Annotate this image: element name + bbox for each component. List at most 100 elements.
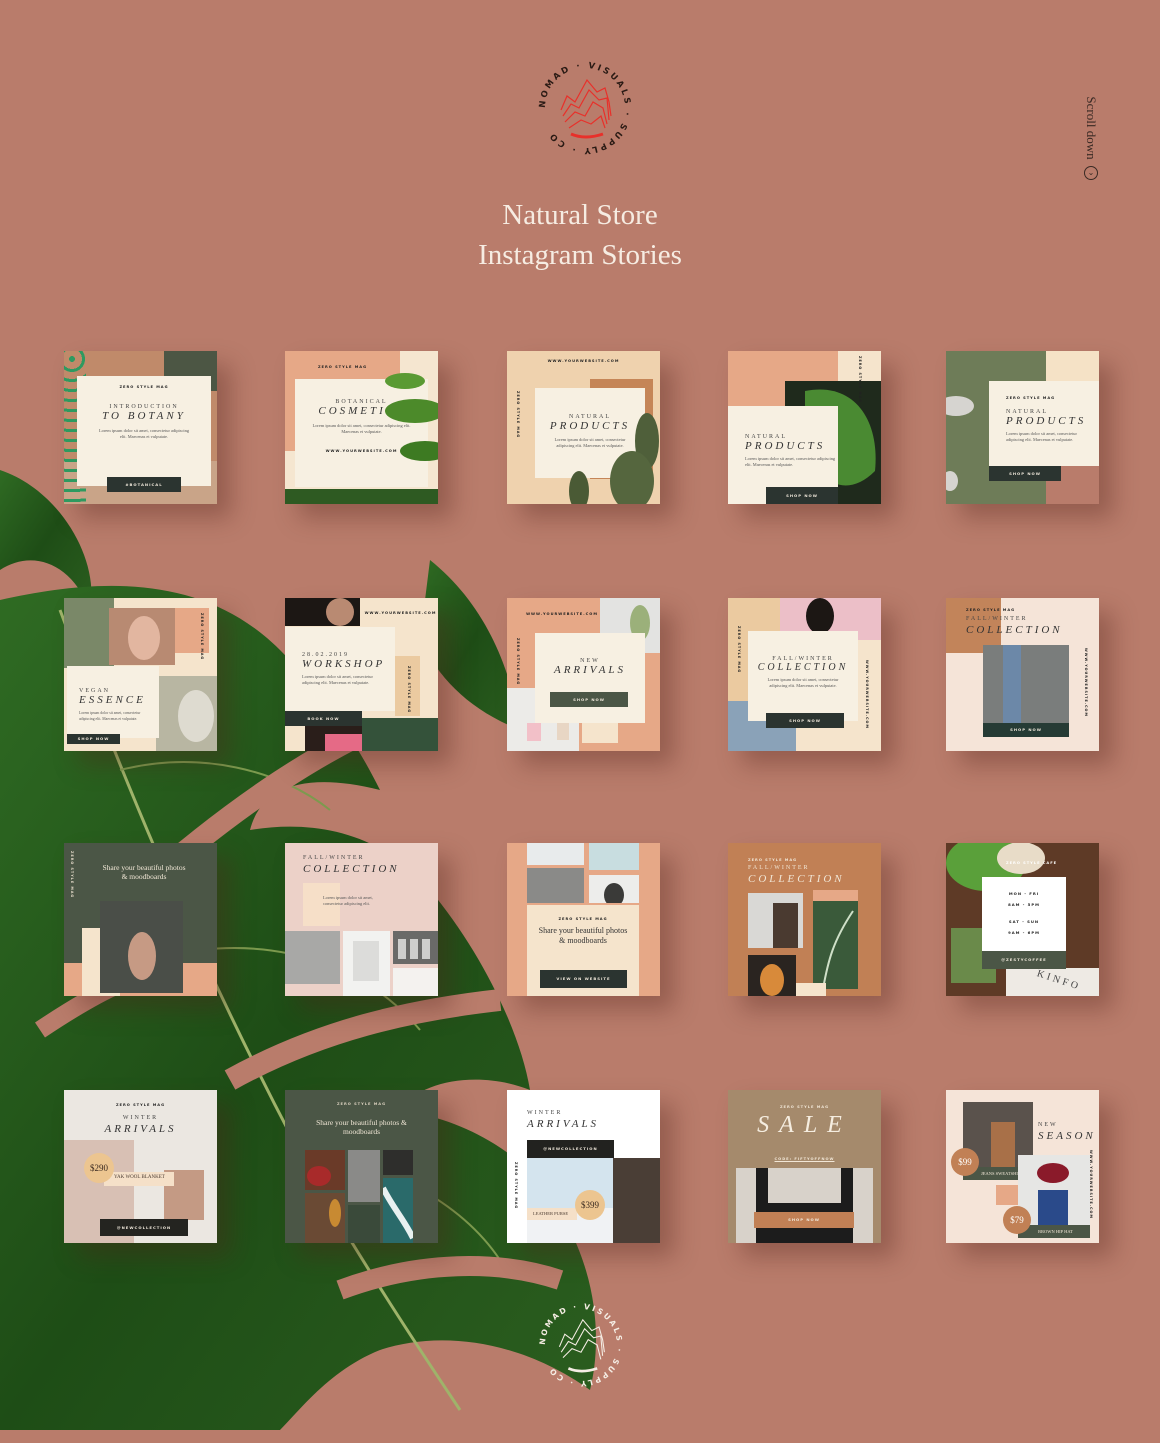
nomad-visuals-logo: NOMAD · VISUALS · SUPPLY · CO xyxy=(538,61,632,155)
card-subtitle: FALL/WINTER xyxy=(966,616,1028,622)
card-subtitle: WINTER xyxy=(122,1115,159,1121)
website-link[interactable]: WWW.YOURWEBSITE.COM xyxy=(507,612,617,616)
story-card-workshop[interactable]: WWW.YOURWEBSITE.COM ZERO STYLE MAG 28.02… xyxy=(285,598,438,751)
paper-texture-photo xyxy=(285,931,340,984)
card-title: COLLECTION xyxy=(303,863,400,875)
story-card-natural-products-leaf[interactable]: ZERO STYLE MAG NATURAL PRODUCTS Lorem ip… xyxy=(946,351,1099,504)
mag-label: ZERO STYLE MAG xyxy=(966,608,1016,612)
svg-text:NOMAD · VISUALS · SUPPLY · CO: NOMAD · VISUALS · SUPPLY · CO xyxy=(538,61,632,155)
svg-text:NOMAD · VISUALS · SUPPLY · CO: NOMAD · VISUALS · SUPPLY · CO xyxy=(538,1302,624,1388)
shop-now-button[interactable]: SHOP NOW xyxy=(766,713,844,728)
card-body: Lorem ipsum dolor sit amet, consectetur … xyxy=(745,456,836,467)
story-card-winter-arrivals-purse[interactable]: WINTER ARRIVALS @NEWCOLLECTION ZERO STYL… xyxy=(507,1090,660,1243)
card-body: Lorem ipsum dolor sit amet, consectetur … xyxy=(767,677,839,688)
story-card-to-botany[interactable]: ZERO STYLE MAG INTRODUCTION TO BOTANY Lo… xyxy=(64,351,217,504)
card-body: Lorem ipsum dolor sit amet, consectetur … xyxy=(98,428,190,439)
mag-label-vertical: ZERO STYLE MAG xyxy=(516,391,520,439)
story-card-natural-products-monstera[interactable]: ZERO STYLE MAG NATURAL PRODUCTS Lorem ip… xyxy=(728,351,881,504)
shop-now-button[interactable]: SHOP NOW xyxy=(983,723,1069,737)
woman-portrait-photo xyxy=(109,608,175,665)
story-card-winter-arrivals-blanket[interactable]: ZERO STYLE MAG WINTER ARRIVALS YAK WOOL … xyxy=(64,1090,217,1243)
bathtub-photo xyxy=(527,843,584,865)
product-name: LEATHER PURSE xyxy=(533,1211,569,1216)
quote-text: Share your beautiful photos & moodboards xyxy=(538,926,628,945)
plants-bottom-photo xyxy=(285,489,438,504)
plant-room-photo xyxy=(527,868,584,903)
website-link-vertical[interactable]: WWW.YOURWEBSITE.COM xyxy=(865,660,869,729)
mag-label-vertical: ZERO STYLE MAG xyxy=(514,1162,518,1210)
hair-back-photo xyxy=(589,875,639,903)
mag-label: ZERO STYLE MAG xyxy=(115,1103,166,1107)
story-card-vegan-essence[interactable]: ZERO STYLE MAG VEGAN ESSENCE Lorem ipsum… xyxy=(64,598,217,751)
website-link-vertical[interactable]: WWW.YOURWEBSITE.COM xyxy=(1084,648,1088,717)
story-card-botanical-cosmetics[interactable]: BOTANICAL COSMETICS Lorem ipsum dolor si… xyxy=(285,351,438,504)
overalls-photo xyxy=(736,1168,873,1243)
shop-now-button[interactable]: SHOP NOW xyxy=(754,1212,854,1228)
collection-tag-button[interactable]: @NEWCOLLECTION xyxy=(527,1140,614,1158)
hours-weekend-time: 9AM - 6PM xyxy=(1008,930,1040,935)
price-badge: $99 xyxy=(951,1148,979,1176)
mag-label: ZERO STYLE MAG xyxy=(779,1105,830,1109)
story-card-new-season[interactable]: JEANS SWEATSHIRT $99 NEW SEASON WWW.YOUR… xyxy=(946,1090,1099,1243)
mag-label-vertical: ZERO STYLE MAG xyxy=(516,638,520,686)
view-on-website-button[interactable]: VIEW ON WEBSITE xyxy=(540,970,627,988)
cactus-photo xyxy=(569,413,659,504)
story-card-sale[interactable]: ZERO STYLE MAG SALE CODE: FIFTYOFFNOW SH… xyxy=(728,1090,881,1243)
scroll-down-label: Scroll down xyxy=(1084,96,1099,160)
card-title: PRODUCTS xyxy=(745,440,826,452)
plant-photo xyxy=(156,676,217,751)
story-card-fall-winter-collection-1[interactable]: ZERO STYLE MAG WWW.YOURWEBSITE.COM FALL/… xyxy=(728,598,881,751)
shop-now-button[interactable]: SHOP NOW xyxy=(766,487,838,504)
window-photo xyxy=(589,843,639,870)
story-card-fall-winter-collection-2[interactable]: ZERO STYLE MAG FALL/WINTER COLLECTION SH… xyxy=(946,598,1099,751)
magazine-photo xyxy=(343,931,390,996)
pink-top-photo xyxy=(305,726,362,751)
website-link[interactable]: WWW.YOURWEBSITE.COM xyxy=(363,611,438,615)
mag-label: ZERO STYLE MAG xyxy=(336,1102,387,1106)
mag-label-vertical: ZERO STYLE MAG xyxy=(737,626,741,674)
mag-label: ZERO STYLE MAG xyxy=(748,858,798,862)
collection-tag-button[interactable]: @NEWCOLLECTION xyxy=(100,1219,188,1236)
instagram-handle-button[interactable]: @ZESTYCOFFEE xyxy=(982,951,1066,969)
card-title: TO BOTANY xyxy=(102,410,186,422)
card-title: COLLECTION xyxy=(757,662,849,673)
arm-tattoo-photo xyxy=(748,893,803,948)
card-subtitle: NEW xyxy=(1038,1122,1058,1128)
card-title: WORKSHOP xyxy=(302,658,386,670)
story-card-share-moodboard-olive[interactable]: ZERO STYLE MAG Share your beautiful phot… xyxy=(285,1090,438,1243)
pottery-photo xyxy=(305,1193,345,1243)
shop-now-button[interactable]: SHOP NOW xyxy=(989,466,1061,481)
story-card-new-arrivals[interactable]: WWW.YOURWEBSITE.COM ZERO STYLE MAG NEW A… xyxy=(507,598,660,751)
shop-now-button[interactable]: SHOP NOW xyxy=(550,692,628,707)
card-subtitle: FALL/WINTER xyxy=(303,855,365,861)
card-body: Lorem ipsum dolor sit amet, consectetur … xyxy=(302,674,373,685)
story-card-share-moodboard-forest[interactable]: ZERO STYLE MAG Share your beautiful phot… xyxy=(64,843,217,996)
fig-leaves-photo xyxy=(385,373,438,461)
book-now-button[interactable]: BOOK NOW xyxy=(285,711,362,726)
story-card-fall-winter-tan[interactable]: ZERO STYLE MAG FALL/WINTER COLLECTION xyxy=(728,843,881,996)
botanical-tag-button[interactable]: #BOTANICAL xyxy=(107,477,181,492)
man-in-forest-photo xyxy=(100,901,183,993)
website-link[interactable]: WWW.YOURWEBSITE.COM xyxy=(507,359,660,363)
nomad-visuals-logo-bottom: NOMAD · VISUALS · SUPPLY · CO xyxy=(538,1302,624,1388)
ocean-waves-photo xyxy=(383,1178,413,1243)
mag-label-vertical: ZERO STYLE MAG xyxy=(200,613,204,661)
mag-label: ZERO STYLE MAG xyxy=(119,385,169,389)
hours-weekday-label: MON - FRI xyxy=(1008,891,1040,896)
card-body: Lorem ipsum dolor sit amet, consectetur … xyxy=(323,895,373,906)
shop-now-button[interactable]: SHOP NOW xyxy=(67,734,120,744)
card-title: ESSENCE xyxy=(79,694,146,706)
mag-label: ZERO STYLE MAG xyxy=(558,917,608,921)
story-card-natural-products-cactus[interactable]: WWW.YOURWEBSITE.COM ZERO STYLE MAG NATUR… xyxy=(507,351,660,504)
dark-texture-photo xyxy=(383,1150,413,1175)
story-card-fall-winter-moodboard[interactable]: FALL/WINTER COLLECTION Lorem ipsum dolor… xyxy=(285,843,438,996)
card-title: ARRIVALS xyxy=(104,1123,177,1135)
card-title: SALE xyxy=(757,1112,852,1138)
card-title: ARRIVALS xyxy=(553,664,627,676)
scroll-down-button[interactable]: Scroll down ⌄ xyxy=(1080,80,1104,190)
mag-label-vertical: ZERO STYLE MAG xyxy=(858,356,862,404)
story-card-share-moodboard-peach[interactable]: ZERO STYLE MAG Share your beautiful phot… xyxy=(507,843,660,996)
story-card-cafe-hours[interactable]: ZERO STYLE CAFE MON - FRI 8AM - 5PM SAT … xyxy=(946,843,1099,996)
card-title: COLLECTION xyxy=(748,873,845,885)
ferns-photo xyxy=(362,718,438,751)
